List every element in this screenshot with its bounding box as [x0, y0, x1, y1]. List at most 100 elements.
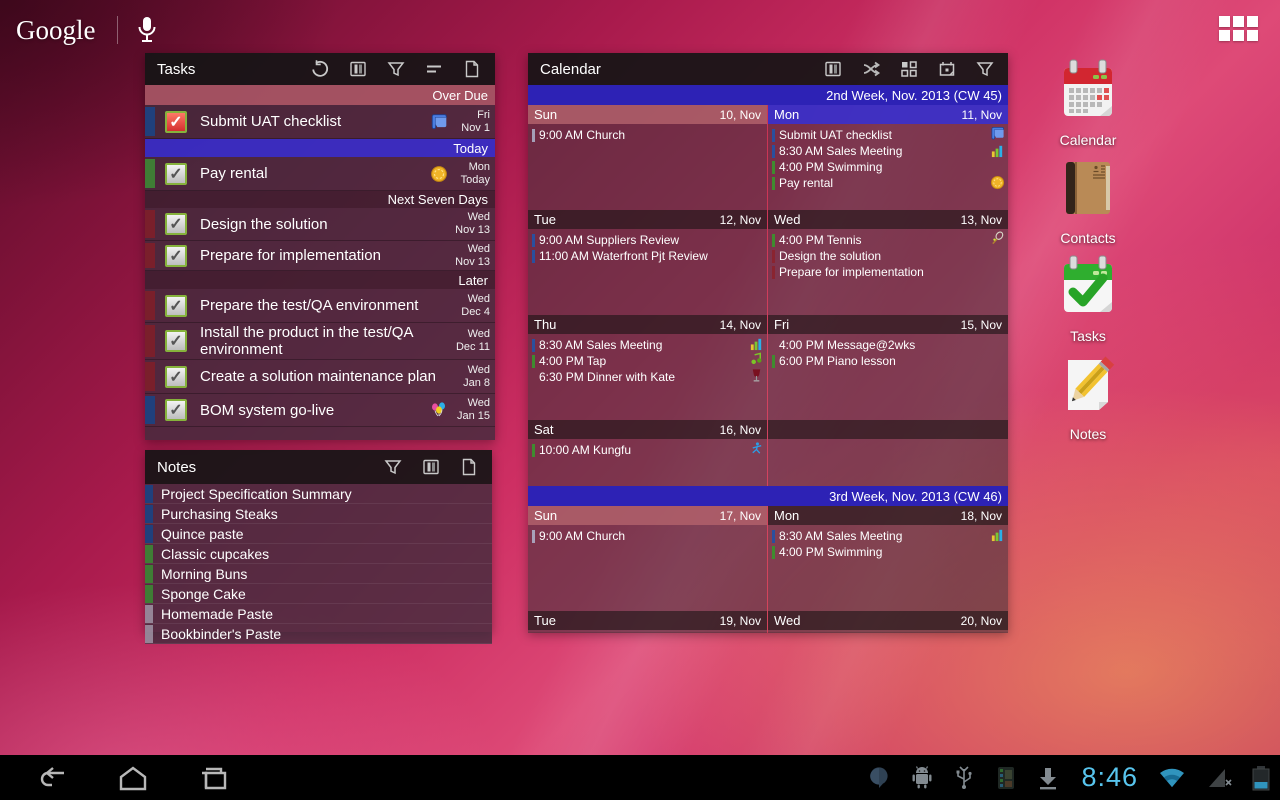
mic-icon[interactable] [136, 15, 158, 45]
task-due: WedDec 11 [451, 328, 495, 354]
new-item-icon[interactable] [454, 455, 484, 479]
task-checkbox[interactable]: ✓ [165, 163, 187, 185]
calendar-event[interactable]: Prepare for implementation [772, 264, 1004, 280]
note-row[interactable]: Quince paste [145, 524, 492, 544]
task-row[interactable]: ✓ Pay rental MonToday [145, 157, 495, 191]
calendar-cell-fri-15[interactable]: Fri15, Nov 4:00 PM Message@2wks 6:00 PM … [768, 315, 1008, 420]
task-checkbox[interactable]: ✓ [165, 399, 187, 421]
app-icon-notes[interactable]: Notes [1040, 350, 1136, 442]
note-row[interactable]: Morning Buns [145, 564, 492, 584]
task-checkbox[interactable]: ✓ [165, 330, 187, 352]
calendar-event[interactable]: 4:00 PM Message@2wks [772, 337, 1004, 353]
recents-button[interactable] [196, 764, 230, 792]
task-row[interactable]: ✓ Prepare the test/QA environment WedDec… [145, 289, 495, 323]
calendar-cell-thu-14[interactable]: Thu14, Nov 8:30 AM Sales Meeting 4:00 PM… [528, 315, 768, 420]
calendar-event[interactable]: 6:00 PM Piano lesson [772, 353, 1004, 369]
app-icon-tasks[interactable]: Tasks [1040, 252, 1136, 344]
task-row[interactable]: ✓ Create a solution maintenance plan Wed… [145, 360, 495, 394]
note-row[interactable]: Bookbinder's Paste [145, 624, 492, 644]
calendar-event[interactable]: 8:30 AM Sales Meeting [532, 337, 763, 353]
calendar-cell-sat-16[interactable]: Sat16, Nov 10:00 AM Kungfu [528, 420, 768, 486]
app-icon-contacts[interactable]: Contacts [1040, 154, 1136, 246]
task-checkbox[interactable]: ✓ [165, 213, 187, 235]
task-checkbox[interactable]: ✓ [165, 366, 187, 388]
day-header: Mon18, Nov [768, 506, 1008, 525]
task-title: BOM system go-live [187, 402, 430, 419]
shuffle-icon[interactable] [856, 57, 886, 81]
calendar-event[interactable]: 8:30 AM Sales Meeting [772, 143, 1004, 159]
note-row[interactable]: Classic cupcakes [145, 544, 492, 564]
task-title: Create a solution maintenance plan [187, 368, 451, 385]
note-title: Morning Buns [161, 566, 247, 582]
grid-view-icon[interactable] [894, 57, 924, 81]
calendar-cell-wed-20[interactable]: Wed20, Nov 4:00 PM Tennis [768, 611, 1008, 633]
filter-icon[interactable] [381, 57, 411, 81]
new-item-icon[interactable] [457, 57, 487, 81]
task-checkbox[interactable]: ✓ [165, 111, 187, 133]
task-title: Prepare for implementation [187, 247, 451, 264]
app-notification-icon [995, 766, 1017, 790]
calendar-widget-header: Calendar [528, 53, 1008, 85]
columns-icon[interactable] [818, 57, 848, 81]
calendar-cell-wed-13[interactable]: Wed13, Nov 4:00 PM Tennis Design the sol… [768, 210, 1008, 315]
calendar-cell-sun-17[interactable]: Sun17, Nov 9:00 AM Church [528, 506, 768, 611]
columns-icon[interactable] [343, 57, 373, 81]
task-checkbox[interactable]: ✓ [165, 245, 187, 267]
calendar-event[interactable]: 8:30 AM Sales Meeting [772, 528, 1004, 544]
columns-icon[interactable] [416, 455, 446, 479]
google-search-widget[interactable]: Google [16, 10, 158, 50]
calendar-event[interactable]: 6:30 PM Dinner with Kate [532, 369, 763, 385]
app-icon-calendar[interactable]: Calendar [1040, 56, 1136, 148]
calendar-event[interactable]: 4:00 PM Tap [532, 353, 763, 369]
calendar-event[interactable]: 9:00 AM Church [532, 127, 763, 143]
calendar-event[interactable]: 9:00 AM Church [532, 528, 763, 544]
app-drawer-button[interactable] [1219, 16, 1258, 41]
task-due: WedJan 15 [451, 397, 495, 423]
goto-date-icon[interactable] [932, 57, 962, 81]
sort-icon[interactable] [419, 57, 449, 81]
task-row[interactable]: ✓ Prepare for implementation WedNov 13 [145, 241, 495, 271]
calendar-cell-empty[interactable] [768, 420, 1008, 486]
calendar-cell-mon-18[interactable]: Mon18, Nov 8:30 AM Sales Meeting 4:00 PM… [768, 506, 1008, 611]
task-row[interactable]: ✓ Submit UAT checklist FriNov 1 [145, 105, 495, 139]
calendar-event[interactable]: Pay rental [772, 175, 1004, 191]
task-row[interactable]: ✓ Design the solution WedNov 13 [145, 208, 495, 241]
task-row[interactable]: ✓ BOM system go-live WedJan 15 [145, 394, 495, 427]
note-row[interactable]: Project Specification Summary [145, 484, 492, 504]
category-bar [145, 605, 153, 623]
calendar-event[interactable]: 4:00 PM Swimming [772, 159, 1004, 175]
note-row[interactable]: Sponge Cake [145, 584, 492, 604]
calendar-event[interactable]: Submit UAT checklist [772, 127, 1004, 143]
app-icon-label: Notes [1070, 426, 1107, 442]
day-header: Wed13, Nov [768, 210, 1008, 229]
task-due: WedNov 13 [451, 243, 495, 269]
calendar-cell-tue-12[interactable]: Tue12, Nov 9:00 AM Suppliers Review 11:0… [528, 210, 768, 315]
notes-app-art [1055, 350, 1121, 422]
task-row[interactable]: ✓ Install the product in the test/QA env… [145, 323, 495, 360]
calendar-event[interactable]: 9:00 AM Suppliers Review [532, 232, 763, 248]
navigation-bar: 8:46 [0, 755, 1280, 800]
calendar-event[interactable]: 11:00 AM Waterfront Pjt Review [532, 248, 763, 264]
back-button[interactable] [36, 764, 70, 792]
status-area[interactable]: 8:46 [847, 755, 1270, 800]
note-row[interactable]: Homemade Paste [145, 604, 492, 624]
chart-icon [990, 527, 1005, 542]
calendar-cell-mon-11[interactable]: Mon11, Nov Submit UAT checklist 8:30 AM … [768, 105, 1008, 210]
calendar-cell-sun-10[interactable]: Sun10, Nov 9:00 AM Church [528, 105, 768, 210]
task-checkbox[interactable]: ✓ [165, 295, 187, 317]
section-later: Later [145, 271, 495, 289]
filter-icon[interactable] [378, 455, 408, 479]
calendar-event[interactable]: Design the solution [772, 248, 1004, 264]
refresh-icon[interactable] [305, 57, 335, 81]
calendar-event[interactable]: 4:00 PM Tennis [772, 232, 1004, 248]
task-title: Prepare the test/QA environment [187, 297, 451, 314]
tasks-widget: Tasks Over Due ✓ Submit UAT checklist Fr… [145, 53, 495, 440]
task-due: MonToday [451, 161, 495, 187]
calendar-event[interactable]: 4:00 PM Swimming [772, 544, 1004, 560]
calendar-event[interactable]: 10:00 AM Kungfu [532, 442, 763, 458]
calendar-cell-tue-19[interactable]: Tue19, Nov 9:00 AM Suppliers Review [528, 611, 768, 633]
filter-icon[interactable] [970, 57, 1000, 81]
note-row[interactable]: Purchasing Steaks [145, 504, 492, 524]
home-button[interactable] [116, 764, 150, 792]
day-header: Thu14, Nov [528, 315, 767, 334]
